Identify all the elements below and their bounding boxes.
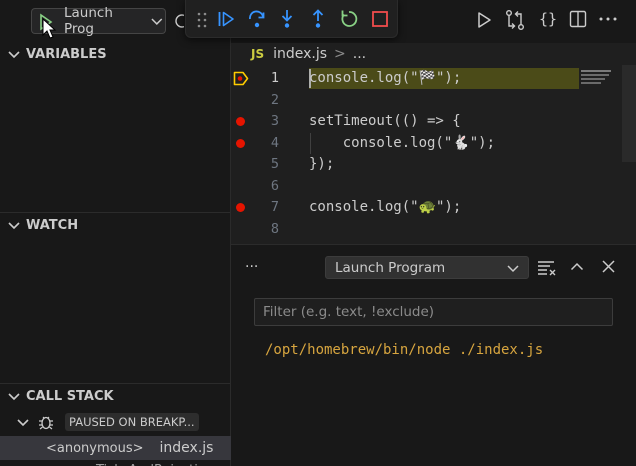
variables-section-header[interactable]: VARIABLES xyxy=(0,43,231,65)
watch-section-header[interactable]: WATCH xyxy=(0,214,231,236)
drag-handle-icon[interactable] xyxy=(197,12,207,28)
code-editor[interactable]: 1 2 3 4 5 6 7 8 console.log("🏁"); setTim… xyxy=(231,65,636,244)
more-actions-icon[interactable] xyxy=(599,17,617,21)
chevron-down-icon xyxy=(17,419,29,427)
debug-sidebar: Launch Prog VARIABLES WATCH CALL STACK P… xyxy=(0,0,231,466)
call-stack-title: CALL STACK xyxy=(26,388,114,404)
close-icon[interactable] xyxy=(602,260,615,273)
code-line: console.log("🐇"); xyxy=(309,135,496,151)
divider xyxy=(0,383,231,384)
line-number: 1 xyxy=(270,70,279,86)
stop-icon[interactable] xyxy=(371,10,389,28)
filter-input[interactable] xyxy=(254,298,613,326)
braces-icon[interactable]: {} xyxy=(537,8,559,30)
breadcrumb-separator: > xyxy=(334,46,346,62)
gear-icon[interactable] xyxy=(172,12,184,30)
chevron-down-icon xyxy=(151,18,163,25)
chevron-down-icon xyxy=(8,222,20,230)
debug-session-select[interactable]: Launch Program xyxy=(325,256,529,279)
breadcrumb-file[interactable]: index.js xyxy=(273,46,327,62)
paused-status-badge: PAUSED ON BREAKP... xyxy=(65,413,199,431)
thread-row[interactable]: PAUSED ON BREAKP... xyxy=(0,410,231,434)
panel-more-button[interactable]: ··· xyxy=(245,259,258,275)
divider xyxy=(0,212,231,213)
breadcrumb-more[interactable]: ... xyxy=(353,46,366,62)
launch-config-label: Launch Prog xyxy=(64,5,113,37)
code-line: console.log("🏁"); xyxy=(309,70,462,86)
debug-console-panel: ··· Launch Program /opt/homebrew/bin/nod… xyxy=(231,244,636,466)
breakpoint-icon[interactable] xyxy=(236,139,245,148)
code-line: }); xyxy=(309,156,335,172)
debug-toolbar xyxy=(185,0,398,38)
run-file-icon[interactable] xyxy=(474,10,494,30)
continue-icon[interactable] xyxy=(217,10,235,28)
bug-icon xyxy=(39,416,53,430)
maximize-panel-icon[interactable] xyxy=(570,261,584,271)
call-stack-section-header[interactable]: CALL STACK xyxy=(0,385,231,407)
watch-title: WATCH xyxy=(26,217,79,233)
js-file-icon: JS xyxy=(251,47,265,61)
step-into-icon[interactable] xyxy=(277,9,297,29)
mouse-cursor-icon xyxy=(42,18,57,39)
frame-function-name: <anonymous> xyxy=(46,440,144,456)
chevron-down-icon xyxy=(507,265,519,273)
call-stack-frame[interactable]: <anonymous> index.js xyxy=(0,436,231,460)
breadcrumb: JS index.js > ... xyxy=(231,43,636,65)
console-output-line: /opt/homebrew/bin/node ./index.js xyxy=(265,342,544,358)
launch-config-select[interactable]: Launch Prog xyxy=(58,5,166,37)
breakpoint-icon[interactable] xyxy=(236,117,245,126)
line-number: 5 xyxy=(270,156,279,172)
breakpoint-icon[interactable] xyxy=(236,203,245,212)
line-number: 2 xyxy=(270,92,279,108)
editor-scrollbar[interactable] xyxy=(622,65,636,162)
step-over-icon[interactable] xyxy=(247,9,267,29)
restart-icon[interactable] xyxy=(339,9,359,29)
code-line: setTimeout(() => { xyxy=(309,113,461,129)
chevron-down-icon xyxy=(8,51,20,59)
call-stack-frame[interactable]: processTicksAndRejections xyxy=(0,460,231,466)
line-number: 6 xyxy=(270,178,279,194)
code-line: console.log("🐢"); xyxy=(309,199,462,215)
variables-title: VARIABLES xyxy=(26,46,107,62)
compare-changes-icon[interactable] xyxy=(505,9,525,31)
clear-console-icon[interactable] xyxy=(537,260,557,276)
frame-function-name: processTicksAndRejections xyxy=(46,463,221,466)
debug-session-value: Launch Program xyxy=(335,259,446,276)
minimap[interactable] xyxy=(579,65,619,244)
frame-file-name: index.js xyxy=(159,440,214,456)
split-editor-icon[interactable] xyxy=(569,10,587,28)
chevron-down-icon xyxy=(8,393,20,401)
step-out-icon[interactable] xyxy=(308,9,328,29)
line-number: 8 xyxy=(270,221,279,237)
